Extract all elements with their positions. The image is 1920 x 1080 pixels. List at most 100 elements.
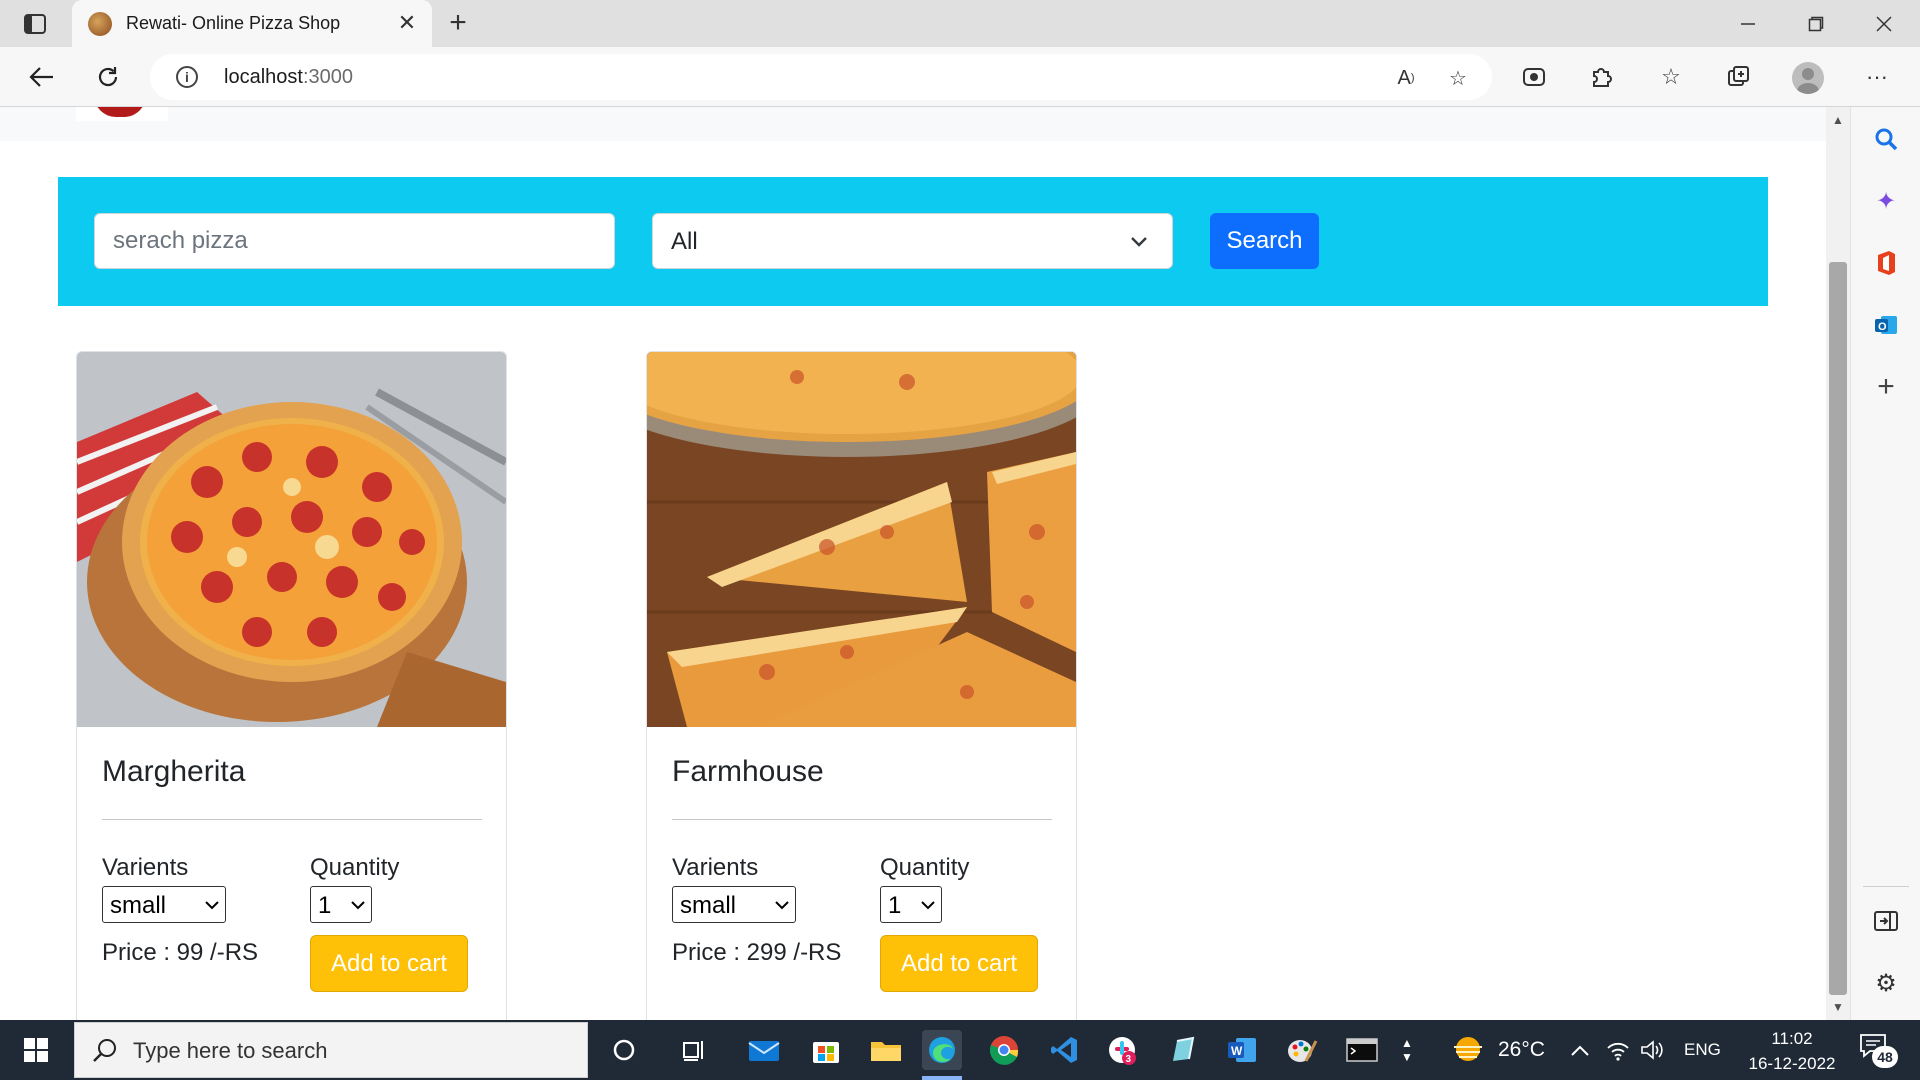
extensions-icon[interactable] [1584,60,1618,94]
notes-app-icon[interactable] [1162,1030,1202,1070]
site-navbar [0,107,1826,141]
close-tab-icon[interactable]: ✕ [394,10,420,36]
restore-icon[interactable] [1782,0,1850,47]
chevron-down-icon [921,901,935,910]
url-field[interactable]: i localhost:3000 A) ☆ [150,54,1492,100]
taskbar-scroll-icon[interactable]: ▲ ▼ [1396,1020,1418,1080]
add-icon[interactable]: + [1868,369,1904,405]
edge-browser-icon[interactable] [922,1030,962,1070]
word-icon[interactable]: W [1222,1030,1262,1070]
back-arrow-icon[interactable] [22,57,62,97]
variant-value: small [680,892,737,919]
show-hidden-icons-icon[interactable] [1570,1020,1590,1080]
copilot-icon[interactable]: ✦ [1868,183,1904,219]
notification-center-icon[interactable]: 48 [1858,1032,1898,1068]
close-window-icon[interactable] [1850,0,1918,47]
search-icon[interactable] [1868,121,1904,157]
pizza-name: Margherita [102,755,246,788]
pizza-image [647,352,1076,727]
pizza-price: Price : 99 /-RS [102,939,259,966]
search-icon [93,1039,116,1062]
svg-text:W: W [1231,1044,1243,1058]
quantity-select[interactable]: 1 [310,886,372,923]
svg-text:O: O [1878,321,1887,333]
add-to-cart-button[interactable]: Add to cart [310,935,468,992]
chevron-down-icon [1131,237,1147,247]
chevron-down-icon [351,901,365,910]
variants-label: Varients [672,854,759,881]
scroll-up-icon[interactable]: ▲ [1829,112,1847,128]
site-info-icon[interactable]: i [176,66,198,88]
variant-select[interactable]: small [672,886,796,923]
paint-icon[interactable] [1282,1030,1322,1070]
windows-taskbar: Type here to search 3 W ▲ ▼ 26°C ENG 11:… [0,1020,1920,1080]
taskbar-search-box[interactable]: Type here to search [74,1022,588,1078]
task-view-icon[interactable] [674,1030,714,1070]
collections-icon[interactable] [1722,60,1756,94]
slack-icon[interactable]: 3 [1102,1030,1142,1070]
outlook-icon[interactable]: O [1868,307,1904,343]
variant-value: small [110,892,167,919]
tab-title: Rewati- Online Pizza Shop [126,13,341,33]
browser-tab-bar: Rewati- Online Pizza Shop ✕ + [0,0,1920,47]
address-toolbar: i localhost:3000 A) ☆ ☆ ··· [0,47,1920,107]
vscode-icon[interactable] [1044,1030,1084,1070]
scroll-down-icon[interactable]: ▼ [1829,999,1847,1015]
hide-sidebar-icon[interactable] [1868,903,1904,939]
store-icon[interactable] [806,1030,846,1070]
weather-widget[interactable]: 26°C [1448,1020,1545,1080]
quantity-value: 1 [318,892,332,919]
pizza-search-input[interactable] [94,213,615,269]
quantity-label: Quantity [310,854,400,881]
more-options-icon[interactable]: ··· [1860,60,1894,94]
windows-start-icon[interactable] [0,1020,72,1080]
category-select[interactable]: All [652,213,1173,269]
refresh-icon[interactable] [88,57,128,97]
browser-essentials-icon[interactable] [1518,60,1552,94]
mail-icon[interactable] [744,1030,784,1070]
chrome-icon[interactable] [984,1030,1024,1070]
scrollbar-thumb[interactable] [1829,262,1847,995]
file-explorer-icon[interactable] [866,1030,906,1070]
terminal-icon[interactable] [1342,1030,1382,1070]
cortana-icon[interactable] [604,1030,644,1070]
add-to-cart-button[interactable]: Add to cart [880,935,1038,992]
pizza-image [77,352,506,727]
read-aloud-icon[interactable]: A) [1392,64,1420,92]
pizza-card: Margherita Varients Quantity small 1 Pri… [76,351,507,1020]
pizza-price: Price : 299 /-RS [672,939,842,966]
edge-sidebar: ✦ O + ⚙ [1850,107,1920,1020]
pizza-favicon-icon [88,12,112,36]
taskbar-search-placeholder: Type here to search [133,1038,328,1063]
favorites-icon[interactable]: ☆ [1654,60,1688,94]
wifi-icon[interactable] [1606,1020,1630,1080]
volume-icon[interactable] [1640,1020,1666,1080]
sidebar-divider [1863,886,1909,887]
weather-sun-icon [1454,1037,1482,1061]
variant-select[interactable]: small [102,886,226,923]
office-icon[interactable] [1868,245,1904,281]
site-logo[interactable] [76,107,168,121]
quantity-label: Quantity [880,854,970,881]
add-favorite-icon[interactable]: ☆ [1444,64,1472,92]
taskbar-clock[interactable]: 11:02 16-12-2022 [1732,1026,1852,1076]
divider [102,819,482,820]
variants-label: Varients [102,854,189,881]
url-text: localhost:3000 [224,66,353,88]
pizza-card: Farmhouse Varients Quantity small 1 Pric… [646,351,1077,1020]
category-value: All [671,228,698,255]
browser-tab-active[interactable]: Rewati- Online Pizza Shop ✕ [72,0,432,47]
clock-time: 11:02 [1771,1029,1813,1048]
new-tab-icon[interactable]: + [442,8,474,40]
quantity-select[interactable]: 1 [880,886,942,923]
profile-avatar[interactable] [1792,62,1824,94]
minimize-icon[interactable] [1714,0,1782,47]
divider [672,819,1052,820]
tab-actions-icon[interactable] [22,11,48,37]
language-indicator[interactable]: ENG [1684,1020,1721,1080]
pizza-name: Farmhouse [672,755,824,788]
slack-badge: 3 [1126,1054,1132,1065]
settings-gear-icon[interactable]: ⚙ [1868,965,1904,1001]
search-button[interactable]: Search [1210,213,1319,269]
clock-date: 16-12-2022 [1748,1054,1836,1073]
